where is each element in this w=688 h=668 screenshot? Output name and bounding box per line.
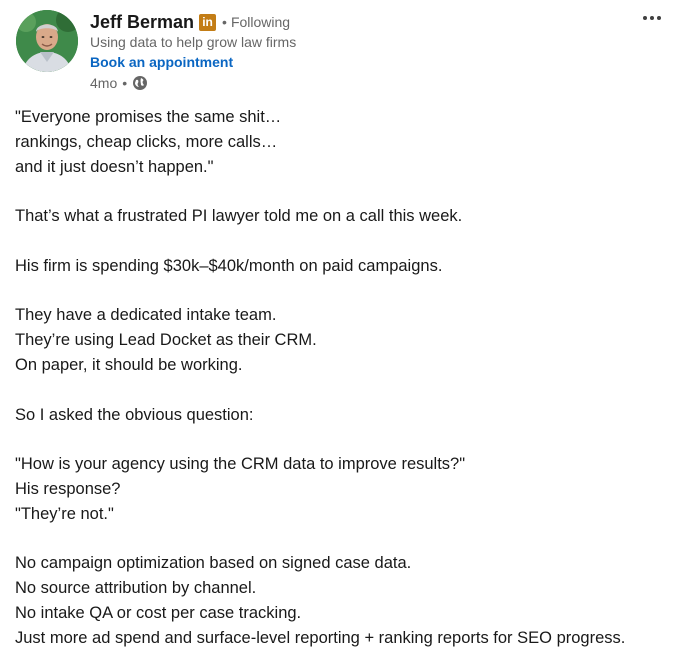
post-text-line: They have a dedicated intake team. <box>15 306 277 325</box>
post-text-line: That’s what a frustrated PI lawyer told … <box>15 207 463 226</box>
post-text: "Everyone promises the same shit… ranking… <box>15 105 680 651</box>
post-text-line: Just more ad spend and surface-level rep… <box>15 628 626 647</box>
author-name[interactable]: Jeff Berman <box>90 12 194 33</box>
post-text-line: No intake QA or cost per case tracking. <box>15 603 302 622</box>
author-headline: Using data to help grow law firms <box>90 34 297 50</box>
linkedin-premium-icon: in <box>199 13 217 31</box>
author-avatar[interactable] <box>16 10 78 72</box>
book-appointment-link[interactable]: Book an appointment <box>90 54 233 70</box>
post-text-line: "How is your agency using the CRM data t… <box>15 455 466 474</box>
post-text-line: On paper, it should be working. <box>15 355 243 374</box>
post-text-line: No campaign optimization based on signed… <box>15 554 412 573</box>
post-text-line: His firm is spending $30k–$40k/month on … <box>15 256 443 275</box>
separator-dot: • <box>122 75 128 91</box>
post-text-line: rankings, cheap clicks, more calls… <box>15 132 278 151</box>
post-card: Jeff Berman in • Following Using data to… <box>0 0 688 668</box>
post-meta: 4mo • <box>90 75 148 91</box>
separator-dot: • <box>222 14 227 30</box>
author-name-row: Jeff Berman in • Following <box>90 10 290 34</box>
post-text-line: His response? <box>15 479 121 498</box>
post-text-line: So I asked the obvious question: <box>15 405 254 424</box>
more-options-icon[interactable] <box>640 6 664 30</box>
post-text-line: "They’re not." <box>15 504 114 523</box>
post-time: 4mo <box>90 75 118 91</box>
post-text-line: and it just doesn’t happen." <box>15 157 214 176</box>
globe-icon <box>132 75 148 91</box>
avatar-photo <box>16 10 78 72</box>
post-text-line: They’re using Lead Docket as their CRM. <box>15 331 317 350</box>
post-text-line: No source attribution by channel. <box>15 579 257 598</box>
post-text-line: "Everyone promises the same shit… <box>15 108 282 126</box>
follow-status[interactable]: Following <box>231 14 290 30</box>
